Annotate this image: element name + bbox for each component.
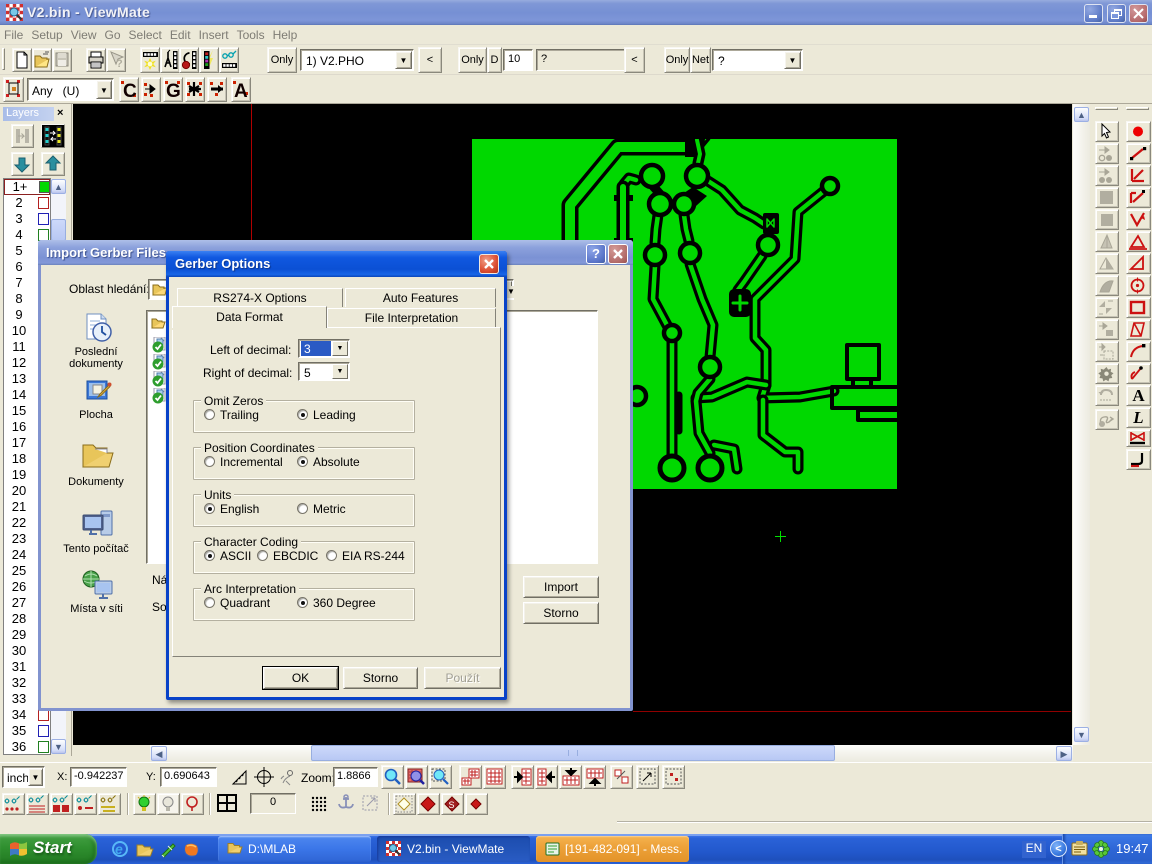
svg-text:A: A — [234, 81, 248, 101]
svg-text:G: G — [166, 81, 181, 102]
svg-text:e: e — [115, 841, 123, 857]
svg-text:C: C — [123, 81, 137, 102]
svg-text:?: ? — [116, 58, 123, 70]
svg-text:S: S — [449, 800, 455, 810]
